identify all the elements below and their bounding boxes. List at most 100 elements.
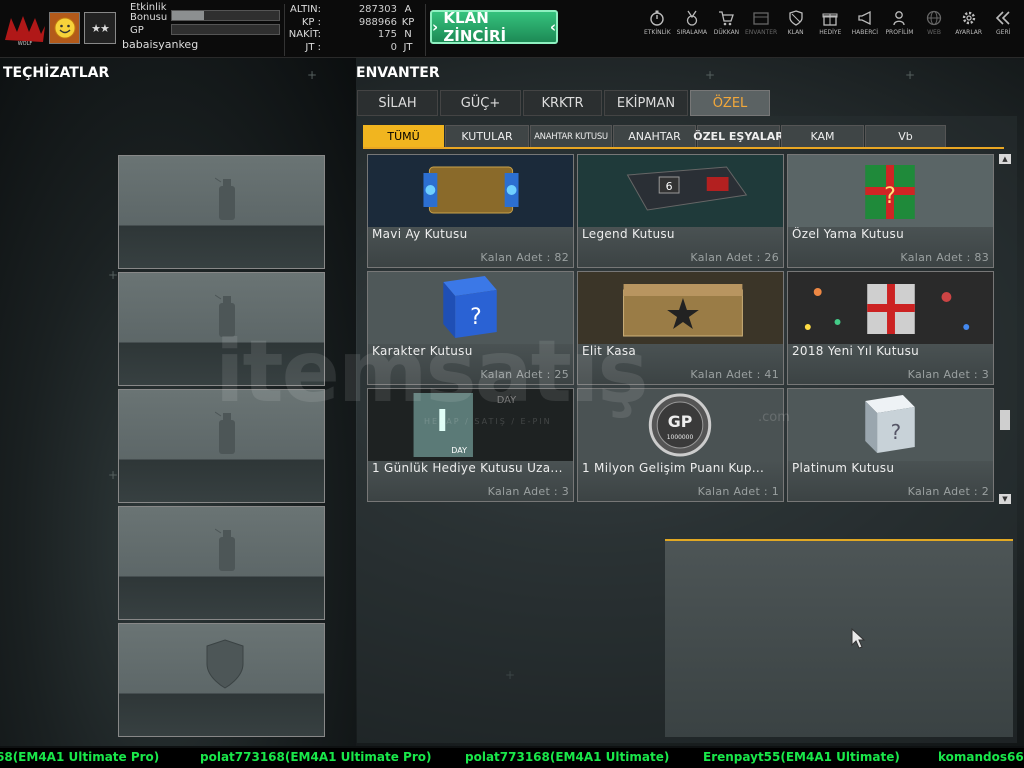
profile-icon xyxy=(893,11,906,26)
subtab-anahtar-kutusu[interactable]: ANAHTAR KUTUSU xyxy=(530,125,612,148)
nav-label: SIRALAMA xyxy=(676,29,708,36)
currency-unit: N xyxy=(404,29,412,40)
item-name: Mavi Ay Kutusu xyxy=(372,227,468,241)
tab-krktr[interactable]: KRKTR xyxy=(523,90,602,116)
currency-label: ALTIN: xyxy=(290,4,321,15)
subtab-tumu[interactable]: TÜMÜ xyxy=(363,125,444,148)
inventory-tabs: SİLAH GÜÇ+ KRKTR EKİPMAN ÖZEL xyxy=(357,90,772,116)
decor-plus: + xyxy=(307,68,318,82)
nav-label: ETKİNLİK xyxy=(643,29,671,36)
scroll-down-icon[interactable]: ▼ xyxy=(999,494,1011,504)
scroll-up-icon[interactable]: ▲ xyxy=(999,154,1011,164)
nav-label: ENVANTER xyxy=(744,29,778,36)
mouse-cursor-icon xyxy=(851,628,866,649)
nav-label: HABERCİ xyxy=(851,29,879,36)
item-name: 1 Milyon Gelişim Puanı Kup... xyxy=(582,461,765,475)
nav-haberci[interactable]: HABERCİ xyxy=(848,10,883,36)
globe-icon xyxy=(926,10,942,26)
decor-plus: + xyxy=(905,68,916,82)
item-preview-panel xyxy=(665,539,1013,737)
stopwatch-icon xyxy=(650,10,664,26)
chevron-left-icon: › xyxy=(432,18,444,36)
event-bonus-bar xyxy=(171,10,280,21)
equipment-slot[interactable] xyxy=(118,506,325,620)
equipment-slot[interactable] xyxy=(118,155,325,269)
nav-dukkan[interactable]: DÜKKAN xyxy=(709,10,744,36)
ticker-entry: 68(EM4A1 Ultimate Pro) xyxy=(0,750,160,764)
subtab-ozel-esyalar[interactable]: ÖZEL EŞYALAR xyxy=(693,125,784,148)
item-name: 2018 Yeni Yıl Kutusu xyxy=(792,344,920,358)
item-card[interactable]: ? Platinum Kutusu Kalan Adet : 2 xyxy=(787,388,994,502)
decor-plus: + xyxy=(705,68,716,82)
announcement-ticker: 68(EM4A1 Ultimate Pro) polat773168(EM4A1… xyxy=(0,748,1024,768)
avatar[interactable] xyxy=(49,12,80,44)
item-count: Kalan Adet : 2 xyxy=(907,485,989,498)
spray-can-icon xyxy=(215,177,235,220)
gp-coin-label: GP xyxy=(668,412,693,431)
tab-ekipman[interactable]: EKİPMAN xyxy=(604,90,688,116)
currency-value: 175 xyxy=(377,29,397,40)
nav-ayarlar[interactable]: AYARLAR xyxy=(951,10,986,36)
currency-row: NAKİT: 175 N xyxy=(285,29,425,42)
svg-text:6: 6 xyxy=(666,180,673,193)
item-card[interactable]: Mavi Ay Kutusu Kalan Adet : 82 xyxy=(367,154,574,268)
main-nav: ETKİNLİK SIRALAMA DÜKKAN ENVANTER KLAN H… xyxy=(640,10,1021,36)
gift-icon xyxy=(822,13,838,26)
nav-web[interactable]: WEB xyxy=(917,10,952,36)
tab-silah[interactable]: SİLAH xyxy=(357,90,438,116)
rank-stars-icon: ★★ xyxy=(91,21,110,35)
nav-label: HEDİYE xyxy=(819,29,842,36)
item-count: Kalan Adet : 3 xyxy=(487,485,569,498)
item-name: Legend Kutusu xyxy=(582,227,675,241)
nav-hediye[interactable]: HEDİYE xyxy=(813,10,848,36)
svg-text:?: ? xyxy=(884,184,896,209)
subtab-kam[interactable]: KAM xyxy=(781,125,864,148)
nav-geri[interactable]: GERİ xyxy=(986,10,1021,36)
nav-klan[interactable]: KLAN xyxy=(778,10,813,36)
subtab-anahtar[interactable]: ANAHTAR xyxy=(613,125,696,148)
tab-ozel[interactable]: ÖZEL xyxy=(690,90,770,116)
item-count: Kalan Adet : 1 xyxy=(697,485,779,498)
item-count: Kalan Adet : 83 xyxy=(900,251,989,264)
tab-guc[interactable]: GÜÇ+ xyxy=(440,90,521,116)
item-scrollbar[interactable]: ▲ ▼ xyxy=(999,154,1011,504)
inventory-icon xyxy=(753,12,769,25)
item-card[interactable]: 6 Legend Kutusu Kalan Adet : 26 xyxy=(577,154,784,268)
gear-icon xyxy=(962,11,975,25)
nav-envanter[interactable]: ENVANTER xyxy=(744,10,779,36)
currency-unit: JT xyxy=(403,41,413,53)
item-card[interactable]: 2018 Yeni Yıl Kutusu Kalan Adet : 3 xyxy=(787,271,994,385)
nav-siralama[interactable]: SIRALAMA xyxy=(675,10,710,36)
nav-label: DÜKKAN xyxy=(713,29,740,36)
subtab-vb[interactable]: Vb xyxy=(865,125,946,148)
nav-label: WEB xyxy=(927,29,941,36)
klan-chain-label: KLAN ZİNCİRİ xyxy=(443,9,507,45)
nav-label: AYARLAR xyxy=(955,29,983,36)
currency-unit: KP xyxy=(401,16,415,28)
item-card[interactable]: ? Özel Yama Kutusu Kalan Adet : 83 xyxy=(787,154,994,268)
item-count: Kalan Adet : 82 xyxy=(480,251,569,264)
ticker-entry: polat773168(EM4A1 Ultimate Pro) xyxy=(200,750,432,764)
klan-chain-button[interactable]: › KLAN ZİNCİRİ ‹ xyxy=(430,9,558,45)
item-name: 1 Günlük Hediye Kutusu Uza... xyxy=(372,461,563,475)
subtab-kutular[interactable]: KUTULAR xyxy=(445,125,529,148)
back-icon xyxy=(996,11,1010,25)
megaphone-icon xyxy=(858,10,871,26)
smiley-icon xyxy=(54,17,75,39)
equipment-slot[interactable] xyxy=(118,623,325,737)
scroll-thumb[interactable] xyxy=(1000,410,1010,430)
currency-row: ALTIN: 287303 A xyxy=(285,4,425,17)
event-bonus-fill xyxy=(172,11,205,20)
item-name: Platinum Kutusu xyxy=(792,461,895,475)
inventory-title: ENVANTER xyxy=(356,65,440,81)
platinum-box-image: ? xyxy=(788,389,993,461)
special-patch-box-image: ? xyxy=(788,155,993,227)
equipment-title: TEÇHİZATLAR xyxy=(3,65,110,81)
ticker-entry: polat773168(EM4A1 Ultimate) xyxy=(465,750,670,764)
nav-etkinlik[interactable]: ETKİNLİK xyxy=(640,10,675,36)
currency-label: JT : xyxy=(305,41,321,53)
gp-bar xyxy=(171,24,280,35)
currency-label: NAKİT: xyxy=(288,29,321,40)
nav-profilim[interactable]: PROFİLİM xyxy=(882,10,917,36)
currency-value: 287303 xyxy=(358,4,397,15)
